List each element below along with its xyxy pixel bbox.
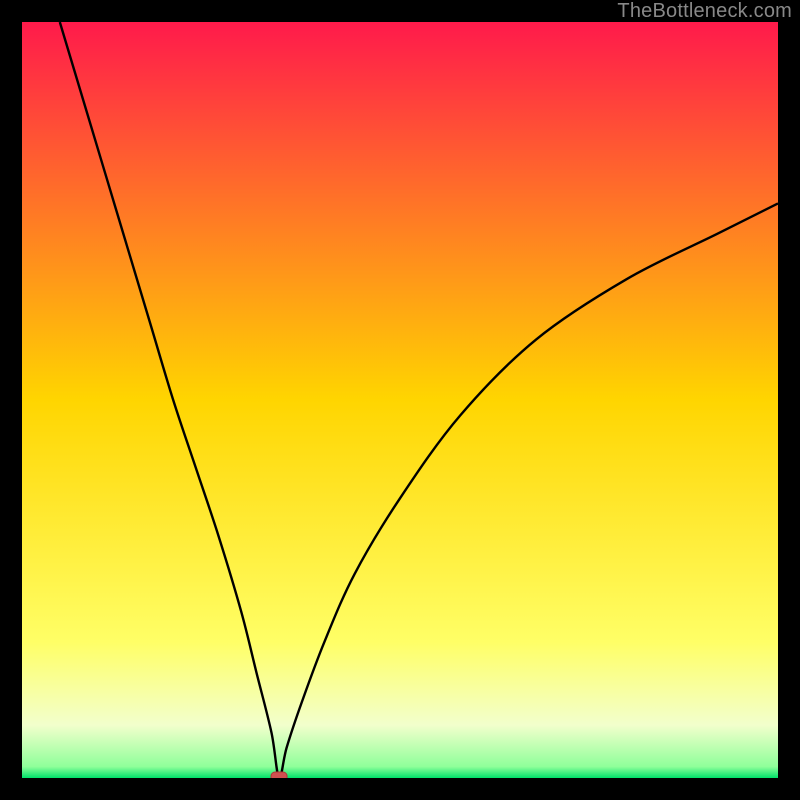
bottleneck-chart <box>22 22 778 778</box>
gradient-background <box>22 22 778 778</box>
chart-frame <box>22 22 778 778</box>
watermark-text: TheBottleneck.com <box>617 0 792 23</box>
minimum-marker <box>271 772 287 778</box>
